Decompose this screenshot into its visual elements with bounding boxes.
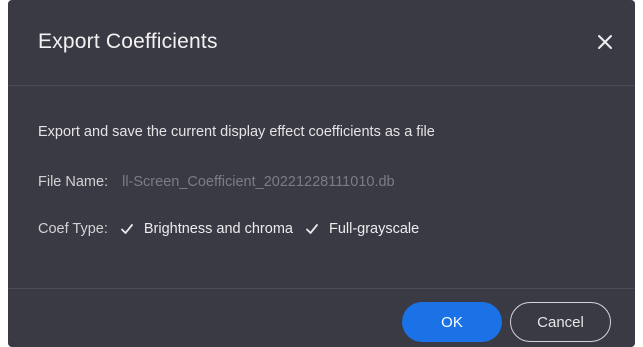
- checkmark-icon: [305, 222, 319, 236]
- close-icon: [598, 35, 612, 49]
- dialog-footer: OK Cancel: [8, 288, 635, 347]
- full-grayscale-checkbox[interactable]: Full-grayscale: [305, 221, 419, 237]
- export-coefficients-dialog: Export Coefficients Export and save the …: [8, 0, 635, 347]
- brightness-chroma-label: Brightness and chroma: [143, 221, 293, 237]
- description-text: Export and save the current display effe…: [38, 124, 435, 140]
- coef-type-label: Coef Type:: [38, 221, 108, 237]
- ok-button[interactable]: OK: [402, 302, 502, 342]
- dialog-header: Export Coefficients: [8, 0, 635, 86]
- dialog-body: Export and save the current display effe…: [8, 86, 635, 288]
- file-name-value: ll-Screen_Coefficient_20221228111010.db: [122, 174, 395, 190]
- dialog-title: Export Coefficients: [38, 30, 218, 53]
- coef-type-row: Coef Type: Brightness and chroma Full-gr…: [38, 221, 419, 237]
- full-grayscale-label: Full-grayscale: [328, 221, 420, 237]
- file-name-label: File Name:: [38, 174, 109, 190]
- brightness-chroma-checkbox[interactable]: Brightness and chroma: [120, 221, 293, 237]
- file-name-row: File Name: ll-Screen_Coefficient_2022122…: [38, 174, 395, 190]
- close-button[interactable]: [593, 30, 617, 54]
- cancel-button[interactable]: Cancel: [510, 302, 611, 342]
- checkmark-icon: [120, 222, 134, 236]
